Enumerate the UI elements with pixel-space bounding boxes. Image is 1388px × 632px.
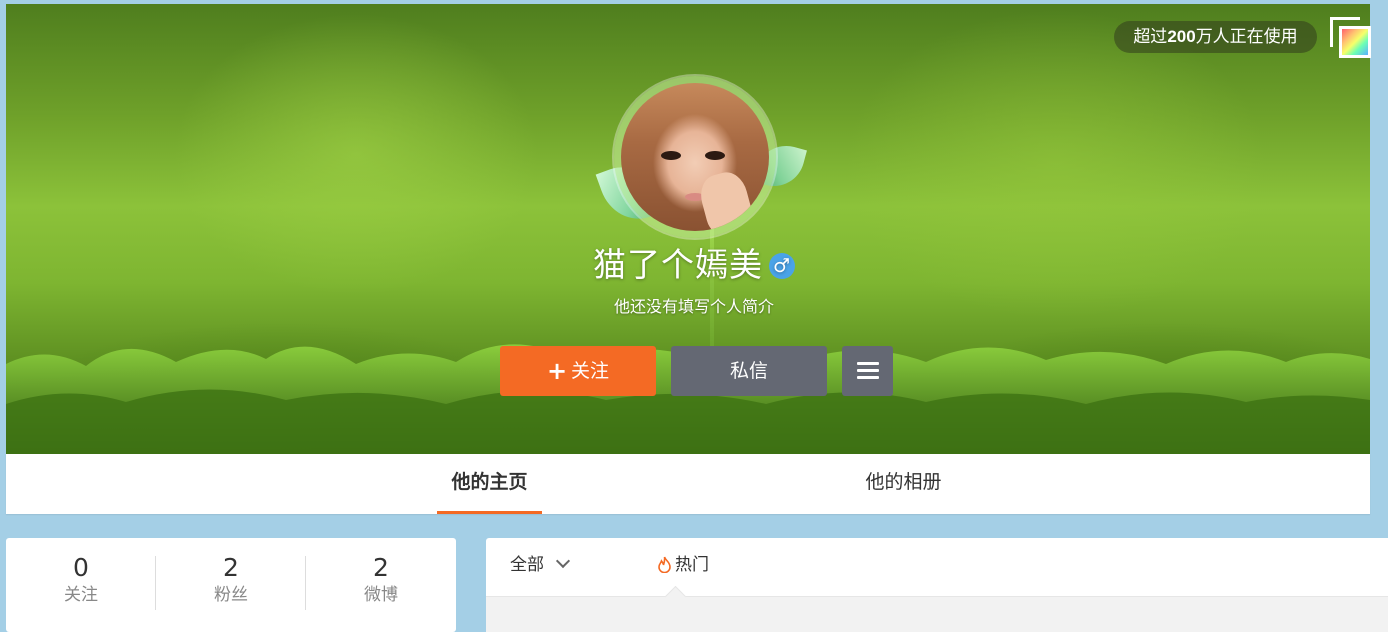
user-bio: 他还没有填写个人简介 bbox=[613, 297, 774, 316]
avatar-hand bbox=[696, 168, 756, 231]
follow-label: 关注 bbox=[571, 360, 610, 382]
stat-posts[interactable]: 2 微博 bbox=[306, 552, 456, 606]
tab-album-label: 他的相册 bbox=[865, 471, 942, 493]
chevron-down-icon bbox=[555, 553, 571, 569]
male-icon: ♂ bbox=[769, 253, 795, 279]
tab-home[interactable]: 他的主页 bbox=[437, 454, 542, 514]
filter-hot[interactable]: 热门 bbox=[658, 538, 709, 592]
filter-all-label: 全部 bbox=[510, 555, 544, 575]
badge-count: 200 bbox=[1167, 27, 1196, 46]
message-label: 私信 bbox=[729, 360, 768, 382]
stat-label: 关注 bbox=[64, 585, 98, 605]
stat-label: 粉丝 bbox=[214, 585, 248, 605]
stat-value: 2 bbox=[373, 553, 389, 582]
badge-text-pre: 超过 bbox=[1133, 27, 1168, 46]
menu-bar bbox=[857, 369, 879, 372]
filter-hot-label: 热门 bbox=[675, 555, 709, 575]
menu-bar bbox=[857, 362, 879, 365]
profile-tabbar: 他的主页 他的相册 bbox=[6, 454, 1370, 514]
avatar-eye bbox=[661, 151, 681, 160]
users-count-badge: 超过200万人正在使用 bbox=[1114, 21, 1317, 53]
stat-value: 0 bbox=[73, 553, 89, 582]
feed-content bbox=[486, 597, 1388, 632]
feed-filter-bar: 全部 热门 bbox=[486, 538, 1388, 597]
flame-icon bbox=[658, 556, 671, 573]
message-button[interactable]: 私信 bbox=[671, 346, 827, 396]
stat-label: 微博 bbox=[364, 585, 398, 605]
stat-following[interactable]: 0 关注 bbox=[6, 552, 156, 606]
active-tab-indicator bbox=[437, 511, 542, 514]
stats-card: 0 关注 2 粉丝 2 微博 bbox=[6, 538, 456, 632]
user-name: 猫了个嫣美 ♂ bbox=[0, 244, 1388, 286]
feed-card: 全部 热门 bbox=[486, 538, 1388, 632]
stat-value: 2 bbox=[223, 553, 239, 582]
follow-button[interactable]: + 关注 bbox=[500, 346, 656, 396]
filter-all-dropdown[interactable]: 全部 bbox=[510, 538, 571, 592]
avatar[interactable] bbox=[621, 83, 769, 231]
plus-icon: + bbox=[546, 357, 568, 385]
menu-bar bbox=[857, 376, 879, 379]
cover-switch-icon[interactable] bbox=[1330, 17, 1371, 58]
badge-text-post: 万人正在使用 bbox=[1195, 27, 1298, 46]
frame-front bbox=[1339, 26, 1371, 58]
avatar-eye bbox=[705, 151, 725, 160]
stat-followers[interactable]: 2 粉丝 bbox=[156, 552, 306, 606]
tab-home-label: 他的主页 bbox=[451, 471, 528, 493]
more-button[interactable] bbox=[842, 346, 893, 396]
user-name-text: 猫了个嫣美 bbox=[593, 245, 763, 284]
tab-album[interactable]: 他的相册 bbox=[851, 454, 956, 514]
